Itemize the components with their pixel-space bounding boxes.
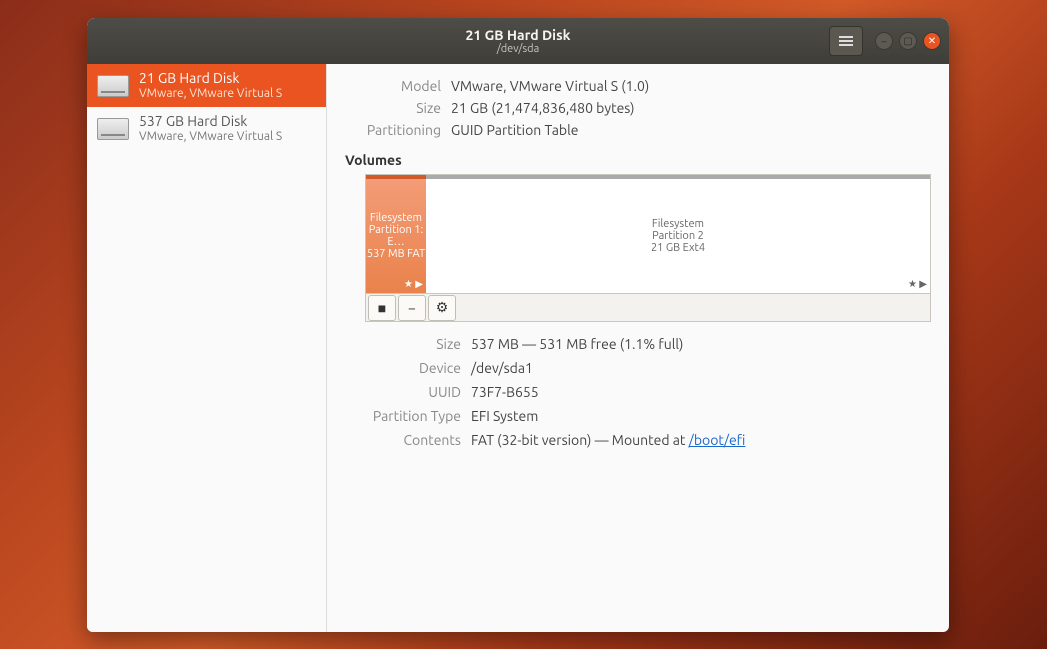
volume-toolbar: ■ − ⚙: [365, 294, 931, 322]
volume-line: Partition 2: [652, 230, 704, 242]
sidebar-disk-sub: VMware, VMware Virtual S: [139, 87, 282, 101]
sidebar-disk-2[interactable]: 537 GB Hard Disk VMware, VMware Virtual …: [87, 107, 326, 150]
value-ptype: EFI System: [471, 408, 931, 424]
value-part-size: 537 MB — 531 MB free (1.1% full): [471, 336, 931, 352]
volume-badges: ★ ▶: [908, 278, 927, 290]
value-partitioning: GUID Partition Table: [451, 122, 931, 138]
hard-disk-icon: [97, 75, 129, 97]
delete-partition-button[interactable]: −: [398, 295, 426, 321]
sidebar-disk-name: 537 GB Hard Disk: [139, 113, 282, 130]
value-model: VMware, VMware Virtual S (1.0): [451, 78, 931, 94]
content-panel: Model VMware, VMware Virtual S (1.0) Siz…: [327, 64, 949, 632]
menu-button[interactable]: [829, 26, 863, 56]
disks-window: 21 GB Hard Disk /dev/sda – ▢ ✕ 21 GB Har…: [87, 18, 949, 632]
sidebar-disk-1[interactable]: 21 GB Hard Disk VMware, VMware Virtual S: [87, 64, 326, 107]
unmount-button[interactable]: ■: [368, 295, 396, 321]
title-block: 21 GB Hard Disk /dev/sda: [87, 27, 949, 55]
volume-line: Filesystem: [652, 218, 704, 230]
window-title: 21 GB Hard Disk: [87, 27, 949, 43]
close-button[interactable]: ✕: [923, 32, 941, 50]
sidebar-disk-sub: VMware, VMware Virtual S: [139, 130, 282, 144]
label-contents: Contents: [349, 432, 461, 448]
volumes-map: Filesystem Partition 1: E… 537 MB FAT ★ …: [365, 174, 931, 294]
disk-info: Model VMware, VMware Virtual S (1.0) Siz…: [345, 78, 931, 138]
sidebar-disk-name: 21 GB Hard Disk: [139, 70, 282, 87]
label-size: Size: [345, 100, 441, 116]
maximize-icon: ▢: [903, 35, 912, 47]
value-uuid: 73F7-B655: [471, 384, 931, 400]
minimize-button[interactable]: –: [875, 32, 893, 50]
label-uuid: UUID: [349, 384, 461, 400]
volume-partition-1[interactable]: Filesystem Partition 1: E… 537 MB FAT ★ …: [366, 175, 426, 293]
label-part-size: Size: [349, 336, 461, 352]
label-partitioning: Partitioning: [345, 122, 441, 138]
volumes-heading: Volumes: [345, 152, 931, 168]
volume-line: 537 MB FAT: [367, 248, 425, 260]
volume-line: Partition 1: E…: [366, 224, 426, 248]
value-contents: FAT (32-bit version) — Mounted at /boot/…: [471, 432, 931, 448]
label-ptype: Partition Type: [349, 408, 461, 424]
maximize-button[interactable]: ▢: [899, 32, 917, 50]
sidebar: 21 GB Hard Disk VMware, VMware Virtual S…: [87, 64, 327, 632]
window-subtitle: /dev/sda: [87, 43, 949, 55]
label-device: Device: [349, 360, 461, 376]
hard-disk-icon: [97, 118, 129, 140]
partition-options-button[interactable]: ⚙: [428, 295, 456, 321]
gear-icon: ⚙: [436, 299, 449, 316]
close-icon: ✕: [928, 35, 936, 47]
contents-text: FAT (32-bit version) — Mounted at: [471, 432, 689, 448]
value-device: /dev/sda1: [471, 360, 931, 376]
volume-line: Filesystem: [370, 212, 422, 224]
volume-badges: ★ ▶: [404, 278, 423, 290]
titlebar: 21 GB Hard Disk /dev/sda – ▢ ✕: [87, 18, 949, 64]
minimize-icon: –: [882, 36, 887, 47]
hamburger-icon: [839, 40, 853, 42]
value-size: 21 GB (21,474,836,480 bytes): [451, 100, 931, 116]
minus-icon: −: [408, 300, 416, 316]
stop-icon: ■: [378, 300, 386, 316]
volume-line: 21 GB Ext4: [651, 242, 705, 254]
mount-point-link[interactable]: /boot/efi: [689, 432, 746, 448]
partition-details: Size 537 MB — 531 MB free (1.1% full) De…: [349, 336, 931, 448]
label-model: Model: [345, 78, 441, 94]
volume-partition-2[interactable]: Filesystem Partition 2 21 GB Ext4 ★ ▶: [426, 175, 930, 293]
